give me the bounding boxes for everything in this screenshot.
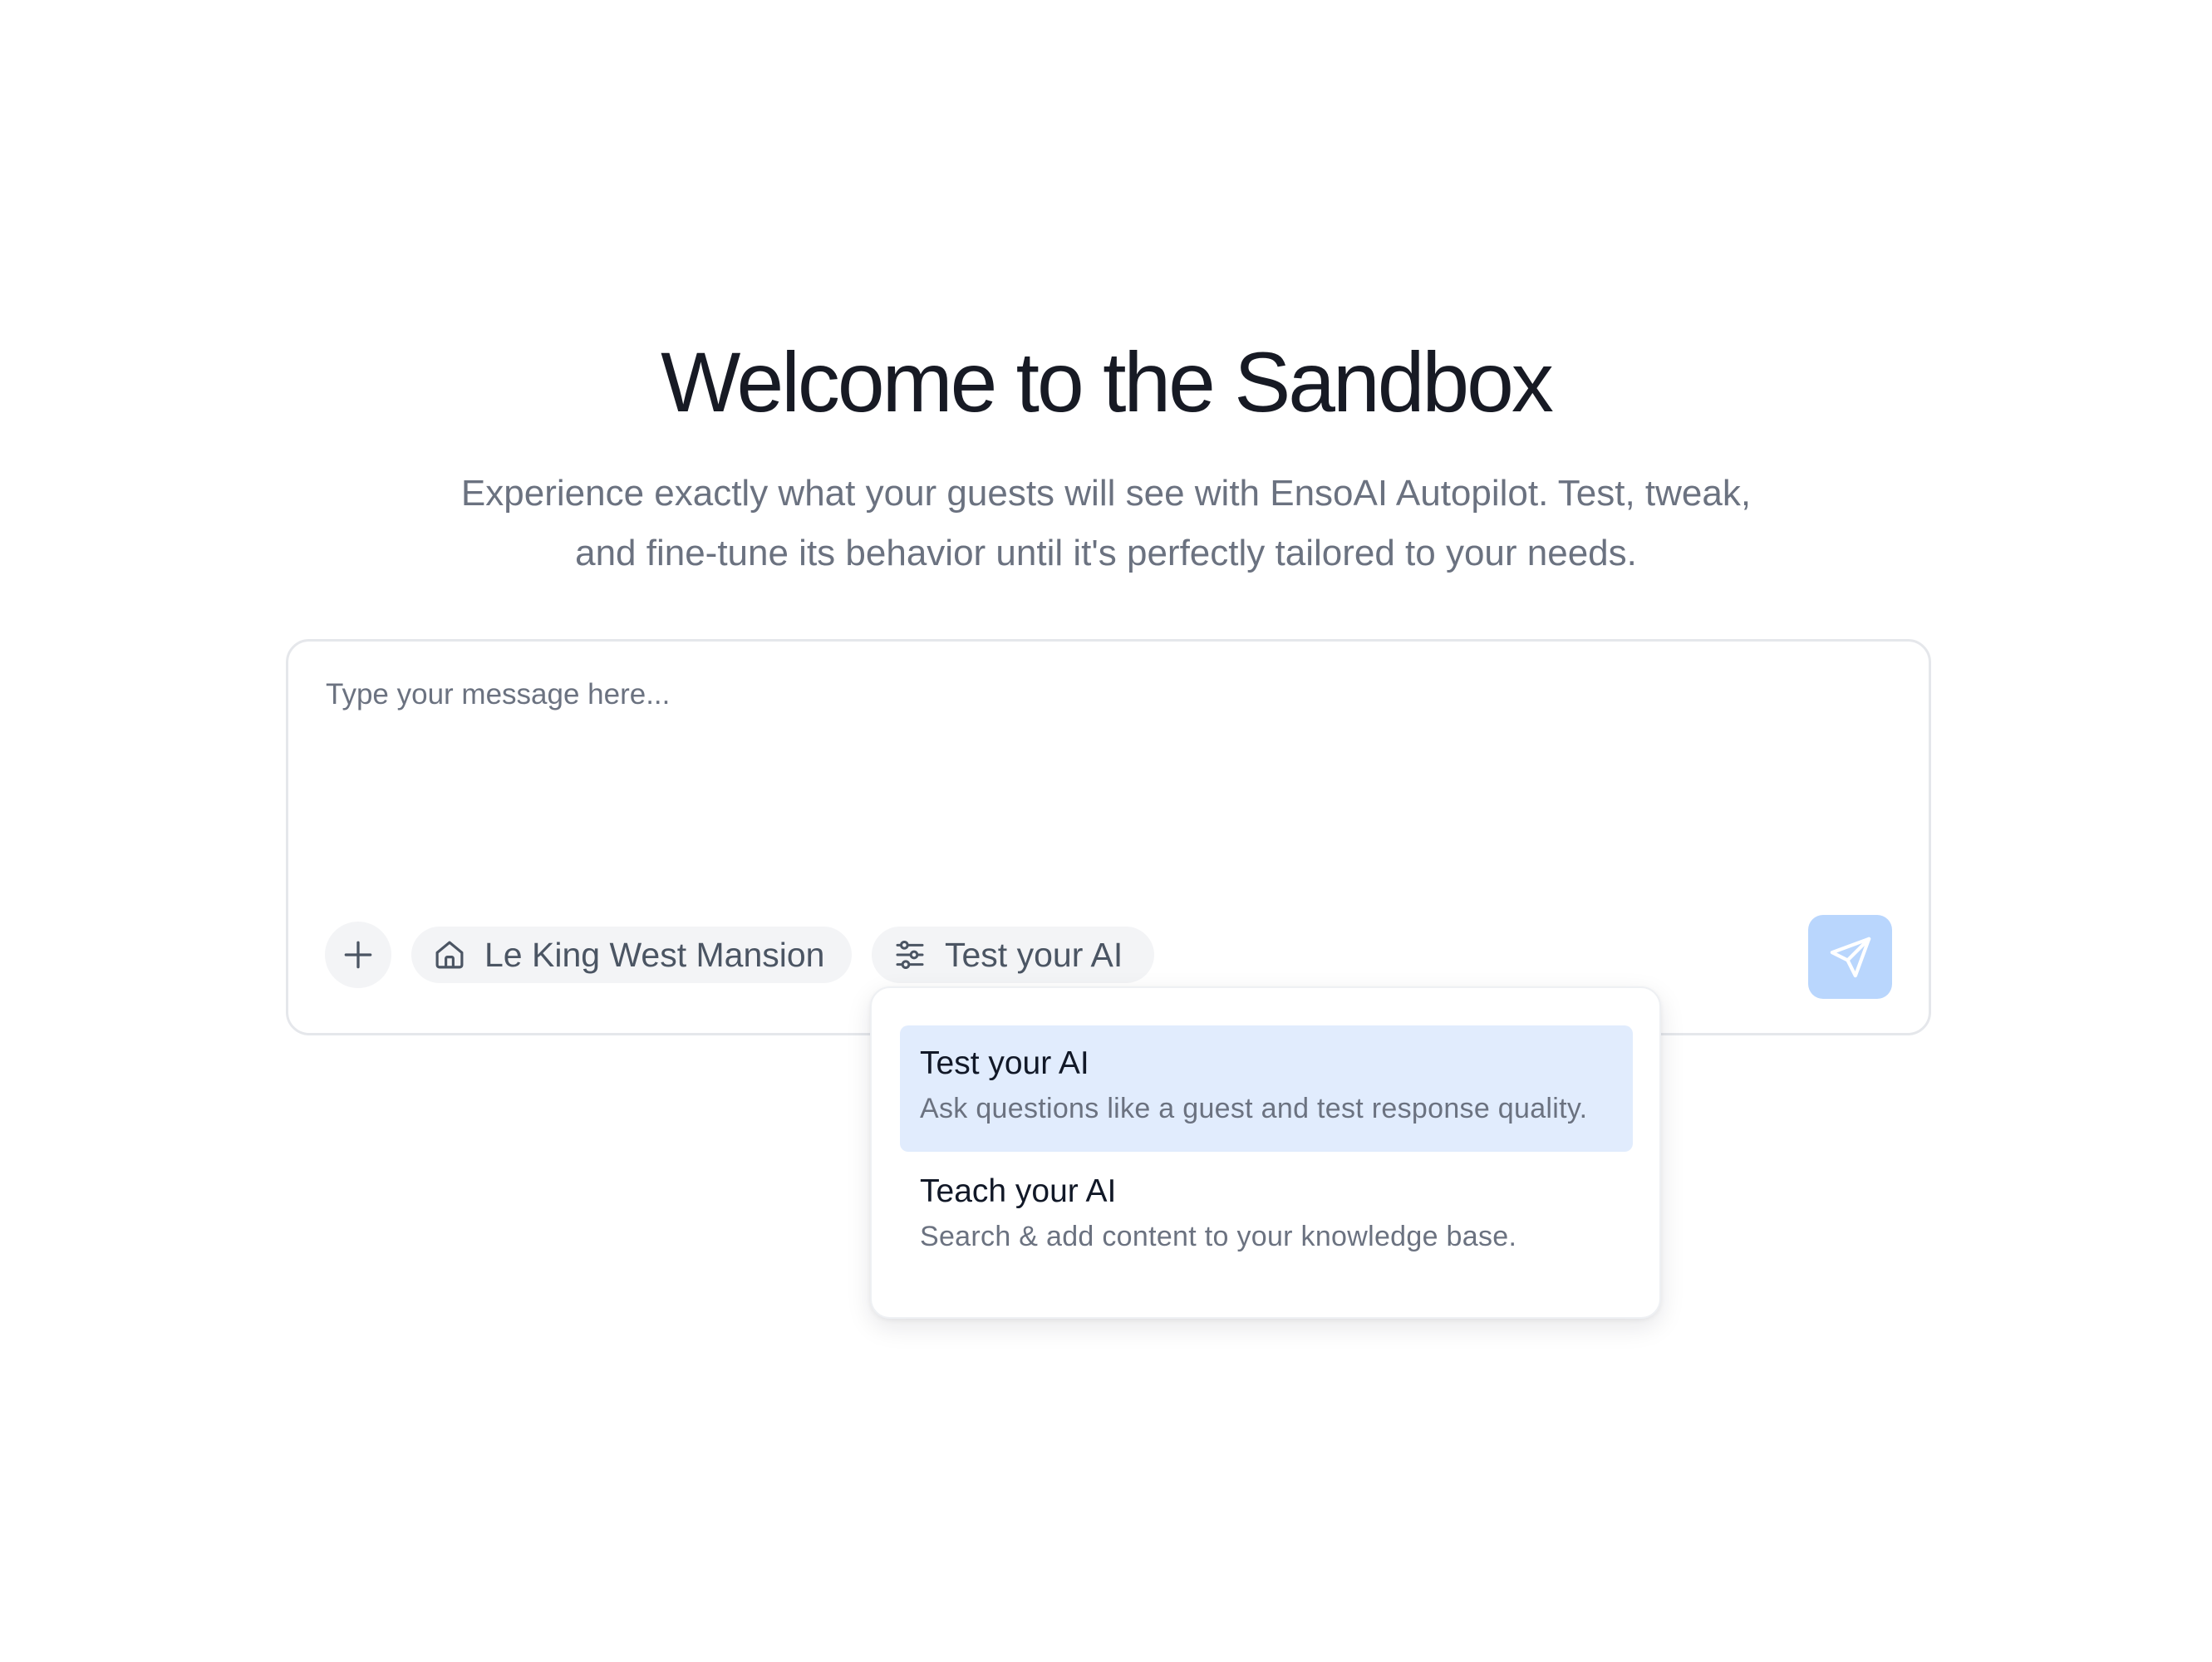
mode-dropdown-menu: Test your AI Ask questions like a guest …	[870, 986, 1661, 1319]
menu-item-title: Test your AI	[920, 1045, 1089, 1081]
add-attachment-button[interactable]	[325, 922, 391, 988]
page-subtitle: Experience exactly what your guests will…	[0, 464, 2212, 583]
page-subtitle-line-1: Experience exactly what your guests will…	[460, 473, 1752, 514]
menu-item-teach-your-ai[interactable]: Teach your AI Search & add content to yo…	[900, 1153, 1633, 1280]
message-composer: Le King West Mansion Test your AI	[286, 639, 1931, 1035]
property-selector-chip[interactable]: Le King West Mansion	[411, 927, 852, 983]
message-input[interactable]	[326, 675, 1888, 841]
send-button[interactable]	[1808, 915, 1892, 999]
send-icon	[1830, 937, 1870, 977]
page-title: Welcome to the Sandbox	[661, 335, 1554, 430]
property-chip-label: Le King West Mansion	[484, 935, 825, 974]
plus-icon	[344, 941, 372, 969]
home-icon	[431, 937, 468, 973]
page-subtitle-line-2: and fine-tune its behavior until it's pe…	[575, 533, 1637, 573]
menu-item-description: Search & add content to your knowledge b…	[920, 1221, 1517, 1252]
sliders-icon	[892, 937, 928, 973]
menu-item-description: Ask questions like a guest and test resp…	[920, 1093, 1588, 1124]
menu-item-test-your-ai[interactable]: Test your AI Ask questions like a guest …	[900, 1025, 1633, 1152]
mode-chip-label: Test your AI	[945, 935, 1123, 974]
menu-item-title: Teach your AI	[920, 1173, 1117, 1209]
mode-selector-chip[interactable]: Test your AI	[872, 927, 1154, 983]
